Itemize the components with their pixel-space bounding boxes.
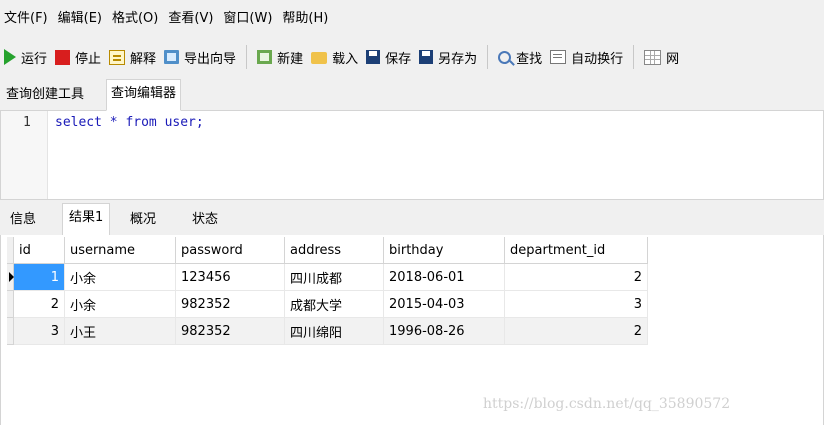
explain-label: 解释 bbox=[130, 51, 157, 67]
save-as-icon bbox=[419, 50, 434, 64]
cell-password[interactable]: 982352 bbox=[175, 317, 285, 345]
load-button[interactable]: 载入 bbox=[307, 38, 362, 76]
cell-department-id[interactable]: 2 bbox=[504, 317, 648, 345]
explain-button[interactable]: 解释 bbox=[105, 38, 160, 76]
find-label: 查找 bbox=[516, 51, 543, 67]
save-icon bbox=[366, 50, 381, 64]
cell-username[interactable]: 小王 bbox=[64, 317, 176, 345]
load-label: 载入 bbox=[332, 51, 359, 67]
result-tab-bar: 信息 结果1 概况 状态 bbox=[0, 199, 824, 237]
new-label: 新建 bbox=[277, 51, 304, 67]
word-wrap-label: 自动换行 bbox=[571, 51, 624, 67]
table-row[interactable]: 1 小余 123456 四川成都 2018-06-01 2 bbox=[7, 263, 648, 291]
result-grid: id username password address birthday de… bbox=[7, 237, 648, 345]
grid-label: 网 bbox=[666, 51, 680, 67]
column-header-department-id[interactable]: department_id bbox=[504, 237, 648, 264]
query-tab-bar: 查询创建工具 查询编辑器 bbox=[0, 76, 824, 111]
row-header[interactable] bbox=[7, 290, 14, 318]
line-number: 1 bbox=[23, 115, 31, 130]
toolbar-separator bbox=[633, 45, 635, 69]
column-header-address[interactable]: address bbox=[284, 237, 384, 264]
save-button[interactable]: 保存 bbox=[362, 38, 415, 76]
cell-department-id[interactable]: 2 bbox=[504, 263, 648, 291]
grid-icon bbox=[644, 49, 662, 65]
line-number-gutter: 1 bbox=[1, 111, 48, 199]
save-label: 保存 bbox=[385, 51, 412, 67]
menu-file[interactable]: 文件(F) bbox=[0, 0, 53, 38]
explain-icon bbox=[109, 49, 126, 65]
table-row[interactable]: 3 小王 982352 四川绵阳 1996-08-26 2 bbox=[7, 317, 648, 345]
export-wizard-button[interactable]: 导出向导 bbox=[160, 38, 240, 76]
cell-id[interactable]: 1 bbox=[13, 263, 65, 291]
grid-header-row: id username password address birthday de… bbox=[7, 237, 648, 264]
column-header-id[interactable]: id bbox=[13, 237, 65, 264]
find-button[interactable]: 查找 bbox=[494, 38, 546, 76]
cell-address[interactable]: 成都大学 bbox=[284, 290, 384, 318]
run-button[interactable]: 运行 bbox=[0, 38, 51, 76]
cell-id[interactable]: 3 bbox=[13, 317, 65, 345]
menu-bar: 文件(F) 编辑(E) 格式(O) 查看(V) 窗口(W) 帮助(H) bbox=[0, 0, 824, 38]
row-header-corner bbox=[7, 237, 14, 264]
cell-username[interactable]: 小余 bbox=[64, 290, 176, 318]
tab-query-editor[interactable]: 查询编辑器 bbox=[106, 79, 182, 111]
tab-result1[interactable]: 结果1 bbox=[62, 203, 111, 237]
cell-department-id[interactable]: 3 bbox=[504, 290, 648, 318]
save-as-button[interactable]: 另存为 bbox=[415, 38, 481, 76]
column-header-password[interactable]: password bbox=[175, 237, 285, 264]
tab-query-builder[interactable]: 查询创建工具 bbox=[2, 81, 88, 109]
current-row-indicator-icon[interactable] bbox=[7, 263, 14, 291]
new-button[interactable]: 新建 bbox=[253, 38, 307, 76]
cell-password[interactable]: 982352 bbox=[175, 290, 285, 318]
menu-help[interactable]: 帮助(H) bbox=[277, 0, 333, 38]
cell-address[interactable]: 四川成都 bbox=[284, 263, 384, 291]
cell-address[interactable]: 四川绵阳 bbox=[284, 317, 384, 345]
cell-id[interactable]: 2 bbox=[13, 290, 65, 318]
toolbar-separator bbox=[487, 45, 489, 69]
toolbar-separator bbox=[246, 45, 248, 69]
menu-view[interactable]: 查看(V) bbox=[163, 0, 218, 38]
tab-info[interactable]: 信息 bbox=[4, 207, 42, 233]
export-wizard-icon bbox=[164, 50, 180, 64]
row-header[interactable] bbox=[7, 317, 14, 345]
menu-window[interactable]: 窗口(W) bbox=[218, 0, 277, 38]
toolbar: 运行 停止 解释 导出向导 新建 载入 保存 另存为 查找 自动换行 网 bbox=[0, 38, 824, 76]
search-icon bbox=[498, 50, 512, 64]
column-header-username[interactable]: username bbox=[64, 237, 176, 264]
sql-code[interactable]: select * from user; bbox=[55, 115, 204, 130]
word-wrap-icon bbox=[550, 50, 567, 64]
cell-birthday[interactable]: 1996-08-26 bbox=[383, 317, 505, 345]
stop-icon bbox=[55, 49, 71, 65]
menu-format[interactable]: 格式(O) bbox=[107, 0, 163, 38]
cell-birthday[interactable]: 2018-06-01 bbox=[383, 263, 505, 291]
cell-username[interactable]: 小余 bbox=[64, 263, 176, 291]
folder-icon bbox=[311, 52, 328, 64]
word-wrap-button[interactable]: 自动换行 bbox=[546, 38, 627, 76]
table-row[interactable]: 2 小余 982352 成都大学 2015-04-03 3 bbox=[7, 290, 648, 318]
tab-status[interactable]: 状态 bbox=[186, 207, 224, 233]
sql-editor[interactable]: 1 select * from user; bbox=[0, 111, 824, 199]
run-icon bbox=[4, 49, 16, 65]
menu-edit[interactable]: 编辑(E) bbox=[53, 0, 107, 38]
cell-birthday[interactable]: 2015-04-03 bbox=[383, 290, 505, 318]
tab-profile[interactable]: 概况 bbox=[124, 207, 162, 233]
export-wizard-label: 导出向导 bbox=[184, 51, 237, 67]
save-as-label: 另存为 bbox=[438, 51, 478, 67]
column-header-birthday[interactable]: birthday bbox=[383, 237, 505, 264]
run-label: 运行 bbox=[21, 51, 48, 67]
cell-password[interactable]: 123456 bbox=[175, 263, 285, 291]
grid-button[interactable]: 网 bbox=[640, 38, 683, 76]
new-query-icon bbox=[257, 50, 273, 64]
watermark: https://blog.csdn.net/qq_35890572 bbox=[483, 396, 731, 412]
stop-label: 停止 bbox=[75, 51, 102, 67]
stop-button[interactable]: 停止 bbox=[51, 38, 105, 76]
